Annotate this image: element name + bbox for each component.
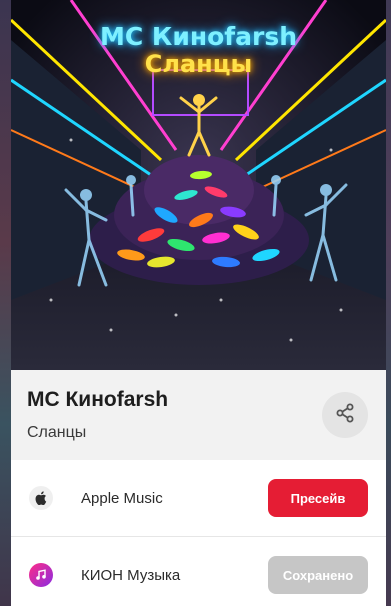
service-name: КИОН Музыка (81, 566, 181, 584)
presave-button[interactable]: Пресейв (268, 479, 368, 517)
kion-music-icon (29, 563, 53, 587)
track-title: Сланцы (27, 424, 87, 441)
cover-title-text: МС Кинofarsh (99, 22, 298, 51)
service-row-apple-music: Apple Music Пресейв (11, 460, 386, 537)
blurred-background-left (0, 0, 11, 606)
album-cover: МС Кинofarsh Сланцы (11, 0, 386, 370)
share-button[interactable] (322, 392, 368, 438)
release-header: МС Кинofarsh Сланцы (11, 370, 386, 460)
share-icon (335, 403, 355, 428)
service-row-kion-music: КИОН Музыка Сохранено (11, 537, 386, 606)
apple-logo-icon (29, 486, 53, 510)
service-name: Apple Music (81, 489, 163, 507)
saved-button[interactable]: Сохранено (268, 556, 368, 594)
artist-name: МС Кинofarsh (27, 388, 169, 411)
cover-subtitle-text: Сланцы (144, 50, 253, 78)
presave-card: МС Кинofarsh Сланцы МС Кинofarsh Сланцы (11, 0, 386, 606)
